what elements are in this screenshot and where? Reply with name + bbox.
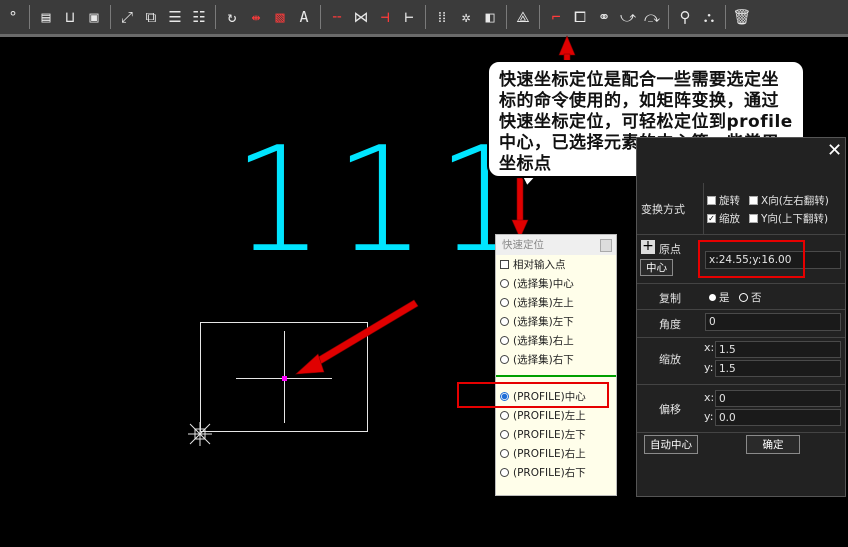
checkbox-checked-icon[interactable]: ✓ xyxy=(707,214,716,223)
option-selection-center[interactable]: (选择集)中心 xyxy=(496,274,616,293)
option-label: (选择集)右上 xyxy=(513,335,574,347)
option-profile-top-right[interactable]: (PROFILE)右上 xyxy=(496,444,616,463)
option-selection-bottom-right[interactable]: (选择集)右下 xyxy=(496,350,616,369)
offset-x-label: x: xyxy=(704,391,715,404)
copy-no-radio[interactable]: 否 xyxy=(739,290,762,305)
radio-icon[interactable] xyxy=(500,279,509,288)
zoom-y-label: y: xyxy=(704,361,714,374)
auto-center-button[interactable]: 自动中心 xyxy=(644,435,698,454)
zoom-x-input[interactable]: 1.5 xyxy=(715,341,841,358)
zoom-label: 缩放 xyxy=(659,353,681,366)
option-label: (选择集)中心 xyxy=(513,278,574,290)
panel-close-icon[interactable] xyxy=(600,239,612,252)
pointer-arrow xyxy=(511,177,529,239)
option-label: (选择集)左下 xyxy=(513,316,574,328)
offset-y-label: y: xyxy=(704,410,714,423)
offset-label: 偏移 xyxy=(659,403,681,416)
flip-x-label: X向(左右翻转) xyxy=(761,195,829,207)
option-profile-bottom-right[interactable]: (PROFILE)右下 xyxy=(496,463,616,482)
angle-label: 角度 xyxy=(659,318,681,331)
divider xyxy=(637,432,845,433)
radio-icon[interactable] xyxy=(739,293,748,302)
radio-icon[interactable] xyxy=(500,468,509,477)
checkbox-icon[interactable] xyxy=(500,260,509,269)
radio-icon[interactable] xyxy=(500,336,509,345)
radio-icon[interactable] xyxy=(500,430,509,439)
highlight-box xyxy=(457,382,609,408)
divider xyxy=(637,337,845,338)
transform-mode-label: 变换方式 xyxy=(641,203,685,216)
scale-checkbox[interactable]: ✓ 缩放 xyxy=(707,211,740,226)
flip-y-label: Y向(上下翻转) xyxy=(761,213,829,225)
option-selection-top-left[interactable]: (选择集)左上 xyxy=(496,293,616,312)
radio-icon[interactable] xyxy=(500,355,509,364)
origin-label: 原点 xyxy=(659,243,681,256)
relative-input-checkbox[interactable]: 相对输入点 xyxy=(496,255,616,274)
option-selection-bottom-left[interactable]: (选择集)左下 xyxy=(496,312,616,331)
flip-x-checkbox[interactable]: X向(左右翻转) xyxy=(749,193,829,208)
radio-icon[interactable] xyxy=(500,298,509,307)
radio-selected-icon[interactable] xyxy=(709,294,716,301)
quick-locate-title: 快速定位 xyxy=(496,235,616,255)
radio-icon[interactable] xyxy=(500,317,509,326)
quick-locate-panel: 快速定位 相对输入点 (选择集)中心 (选择集)左上 (选择集)左下 (选择集)… xyxy=(495,234,617,496)
divider xyxy=(637,234,845,235)
copy-yes-radio[interactable]: 是 xyxy=(709,290,730,305)
highlight-box xyxy=(698,240,805,278)
option-selection-top-right[interactable]: (选择集)右上 xyxy=(496,331,616,350)
checkbox-icon[interactable] xyxy=(707,196,716,205)
zoom-x-label: x: xyxy=(704,341,715,354)
option-label: (PROFILE)左上 xyxy=(513,410,586,422)
divider xyxy=(637,309,845,310)
offset-x-input[interactable]: 0 xyxy=(715,390,841,407)
crosshair-icon[interactable]: + xyxy=(641,239,655,254)
checkbox-icon[interactable] xyxy=(749,196,758,205)
checkbox-icon[interactable] xyxy=(749,214,758,223)
option-profile-top-left[interactable]: (PROFILE)左上 xyxy=(496,406,616,425)
relative-input-label: 相对输入点 xyxy=(513,259,566,271)
divider xyxy=(703,183,704,235)
yes-label: 是 xyxy=(719,292,730,304)
radio-icon[interactable] xyxy=(500,449,509,458)
pointer-arrow xyxy=(295,299,419,375)
scale-label: 缩放 xyxy=(719,213,740,225)
transform-panel: ✕ 变换方式 旋转 X向(左右翻转) ✓ 缩放 Y向(上下翻转) + 原点 中心 … xyxy=(636,137,846,497)
close-icon[interactable]: ✕ xyxy=(827,140,842,161)
quick-locate-title-text: 快速定位 xyxy=(502,239,544,251)
option-label: (PROFILE)右上 xyxy=(513,448,586,460)
divider xyxy=(637,384,845,385)
offset-y-input[interactable]: 0.0 xyxy=(715,409,841,426)
rotate-label: 旋转 xyxy=(719,195,740,207)
confirm-button[interactable]: 确定 xyxy=(746,435,800,454)
copy-label: 复制 xyxy=(659,292,681,305)
origin-marker-icon xyxy=(188,422,212,446)
no-label: 否 xyxy=(751,292,762,304)
section-divider xyxy=(496,375,616,377)
divider xyxy=(637,283,845,284)
flip-y-checkbox[interactable]: Y向(上下翻转) xyxy=(749,211,828,226)
rotate-checkbox[interactable]: 旋转 xyxy=(707,193,740,208)
center-button[interactable]: 中心 xyxy=(640,259,673,276)
option-label: (选择集)左上 xyxy=(513,297,574,309)
radio-icon[interactable] xyxy=(500,411,509,420)
zoom-y-input[interactable]: 1.5 xyxy=(715,360,841,377)
angle-input[interactable]: 0 xyxy=(705,313,841,331)
option-label: (PROFILE)右下 xyxy=(513,467,586,479)
option-label: (PROFILE)左下 xyxy=(513,429,586,441)
option-profile-bottom-left[interactable]: (PROFILE)左下 xyxy=(496,425,616,444)
pointer-arrow xyxy=(558,35,576,63)
option-label: (选择集)右下 xyxy=(513,354,574,366)
